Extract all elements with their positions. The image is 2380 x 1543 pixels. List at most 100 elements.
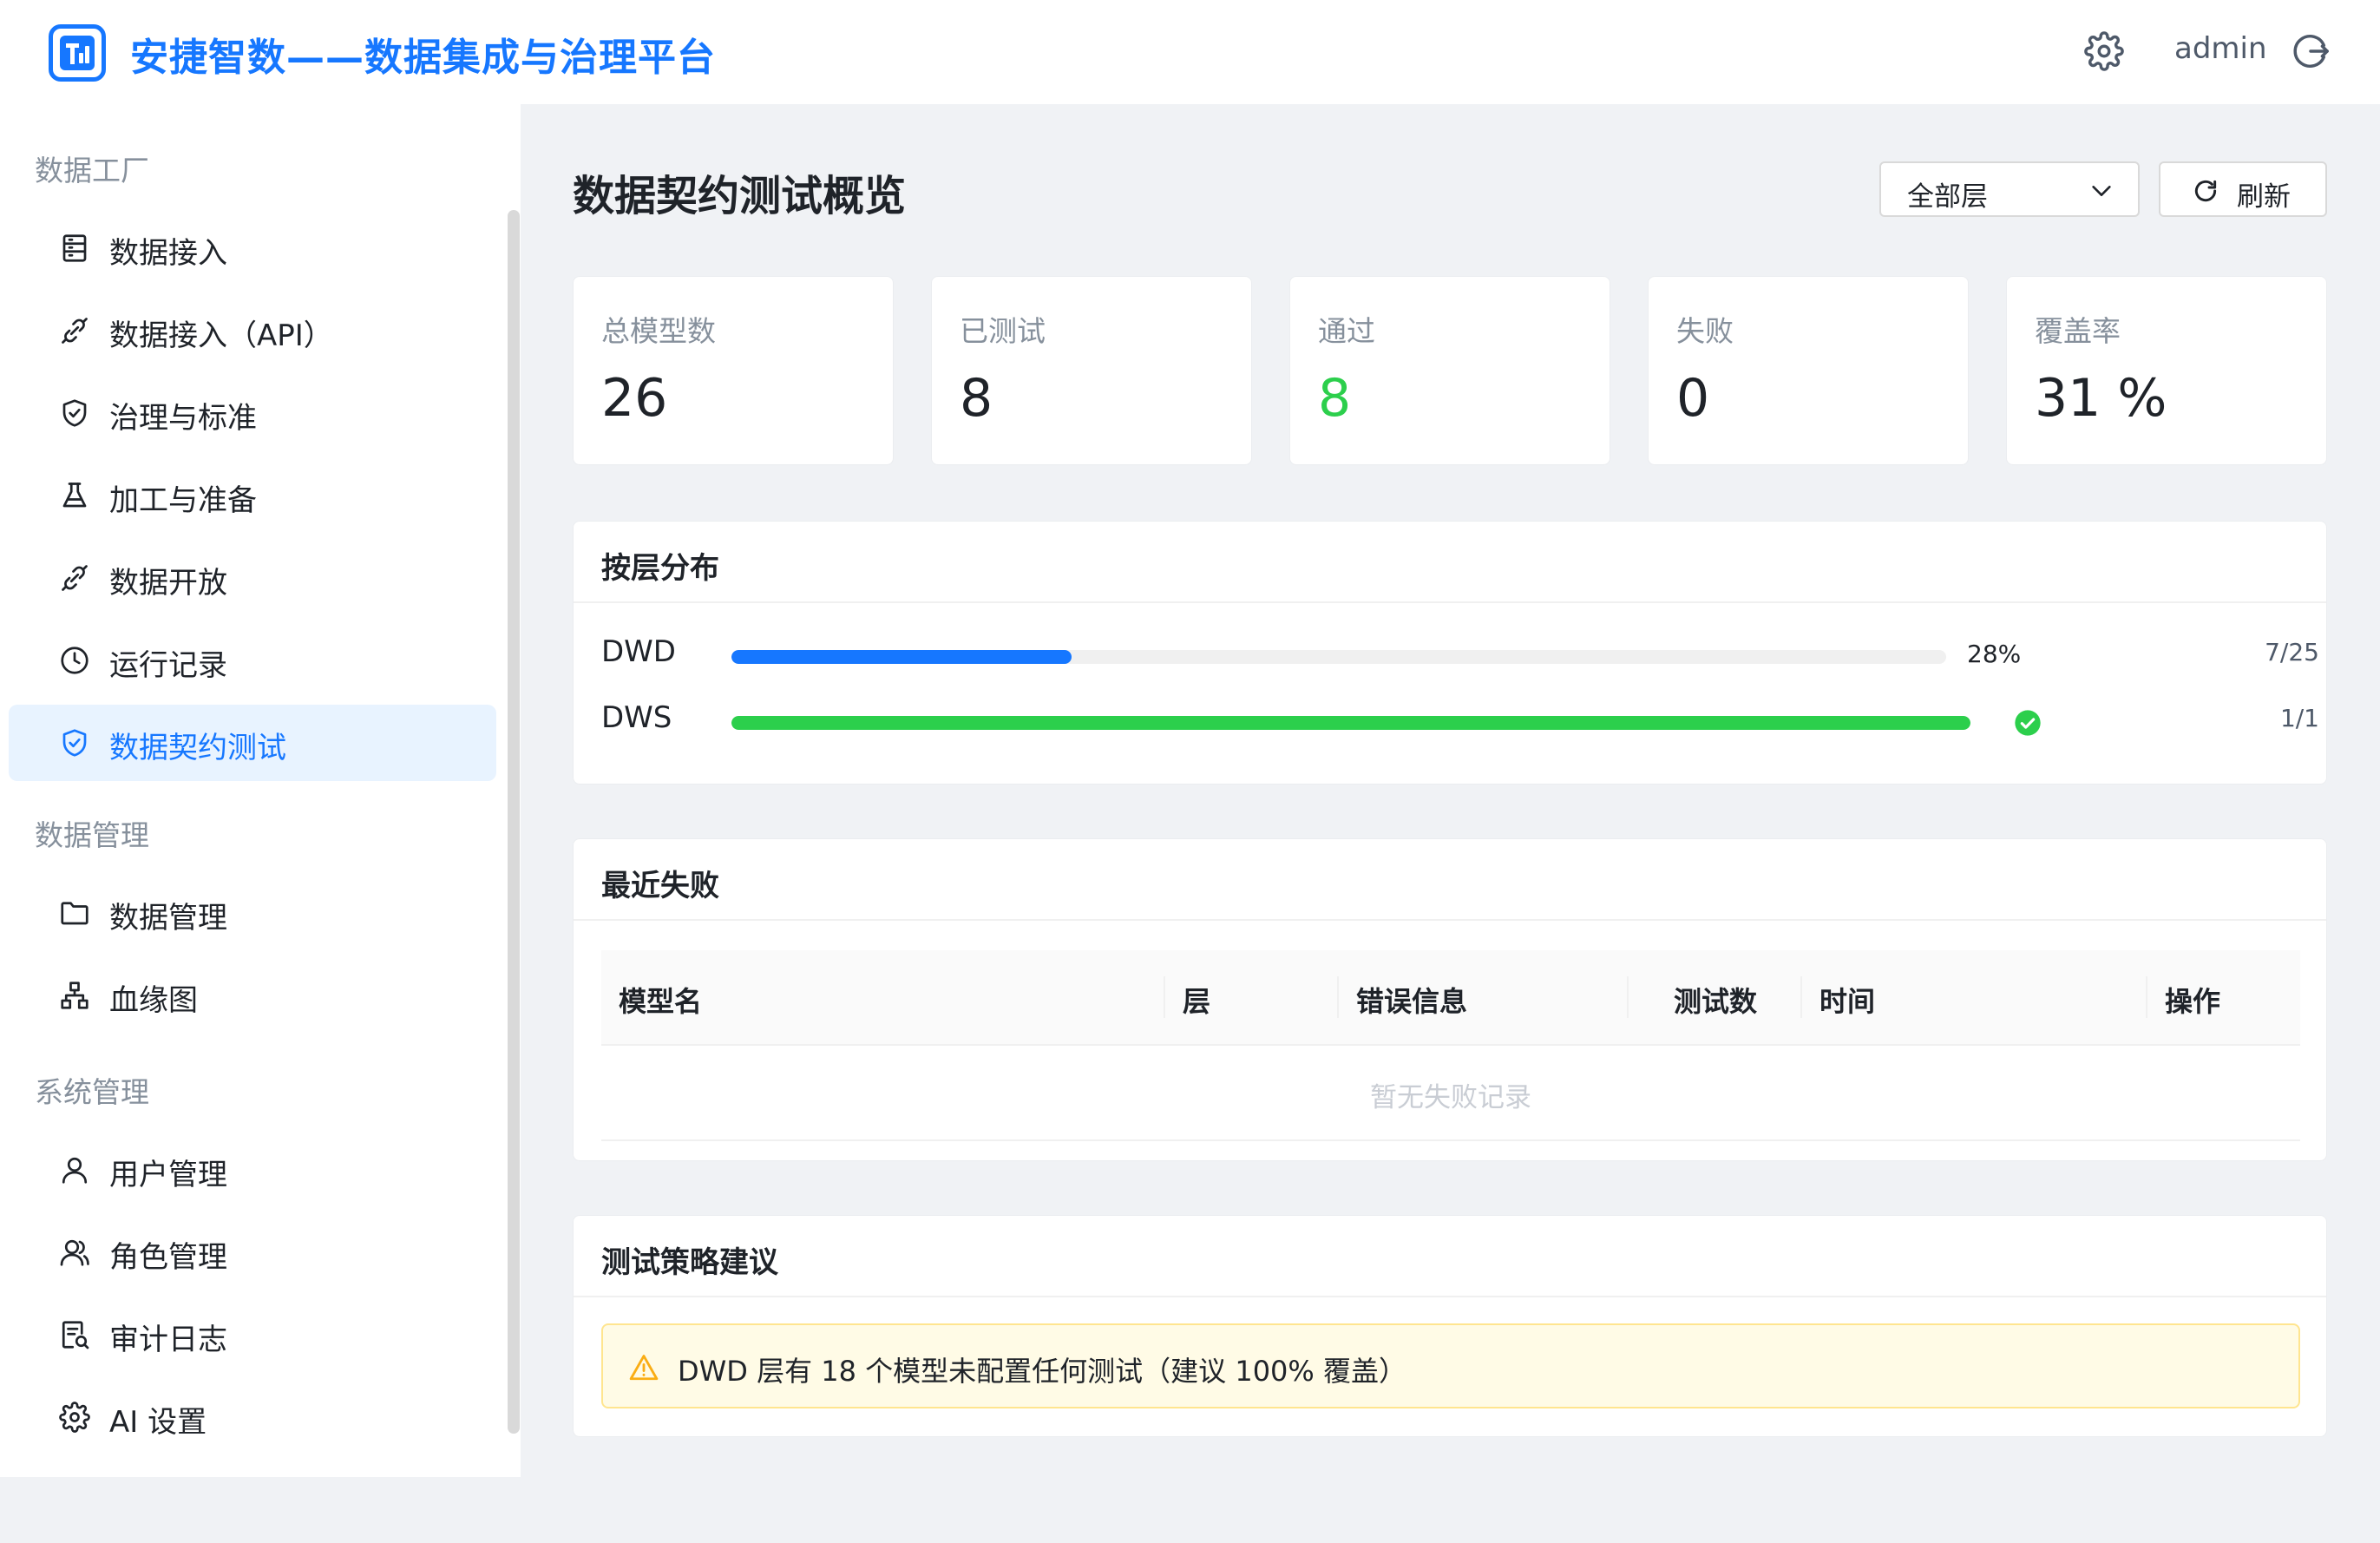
- stat-value: 0: [1676, 368, 1710, 429]
- strategy-card: 测试策略建议 DWD 层有 18 个模型未配置任何测试（建议 100% 覆盖）: [573, 1215, 2327, 1437]
- layer-name: DWD: [601, 634, 676, 669]
- stat-label: 通过: [1318, 314, 1375, 348]
- sidebar-item-label: 角色管理: [109, 1240, 227, 1275]
- link-icon: [62, 318, 88, 344]
- sidebar-group-data-factory: 数据工厂: [35, 154, 149, 187]
- sidebar-group-data-management: 数据管理: [35, 818, 149, 852]
- sidebar-item-ai-settings[interactable]: AI 设置: [9, 1379, 496, 1455]
- refresh-button[interactable]: 刷新: [2159, 161, 2327, 217]
- empty-text: 暂无失败记录: [1370, 1082, 1531, 1113]
- column-header-actions: 操作: [2165, 985, 2221, 1018]
- refresh-button-label: 刷新: [2237, 181, 2291, 213]
- stat-label: 已测试: [960, 314, 1046, 348]
- card-title: 测试策略建议: [601, 1245, 778, 1280]
- layer-name: DWS: [601, 700, 672, 735]
- sidebar-item-governance[interactable]: 治理与标准: [9, 375, 496, 451]
- sidebar-item-label: AI 设置: [109, 1405, 207, 1440]
- progress-fill: [731, 716, 1970, 730]
- gear-icon: [59, 1402, 90, 1433]
- sidebar-item-run-history[interactable]: 运行记录: [9, 622, 496, 699]
- stat-card-failed: 失败 0: [1648, 276, 1969, 465]
- sidebar-item-label: 数据开放: [109, 566, 227, 601]
- top-header: 安捷智数——数据集成与治理平台 admin: [0, 0, 2380, 104]
- refresh-icon: [2194, 180, 2217, 202]
- sidebar-item-label: 数据接入: [109, 236, 227, 271]
- column-header-test-count: 测试数: [1674, 985, 1758, 1018]
- column-header-time: 时间: [1819, 985, 1876, 1018]
- recent-failures-card: 最近失败 模型名 层 错误信息 测试数 时间 操作 暂无失败记录: [573, 838, 2327, 1161]
- app-title: 安捷智数——数据集成与治理平台: [130, 36, 716, 80]
- users-icon: [60, 1239, 89, 1266]
- flask-icon: [62, 483, 87, 508]
- table-header: 模型名 层 错误信息 测试数 时间 操作: [601, 950, 2300, 1046]
- warning-text: DWD 层有 18 个模型未配置任何测试（建议 100% 覆盖）: [678, 1355, 1406, 1388]
- layer-count: 7/25: [2265, 638, 2319, 666]
- stat-label: 总模型数: [601, 314, 716, 348]
- shield-icon: [62, 729, 87, 757]
- app-logo: [49, 24, 106, 82]
- sidebar-item-audit-log[interactable]: 审计日志: [9, 1297, 496, 1373]
- sidebar-item-contract-test[interactable]: 数据契约测试: [9, 705, 496, 781]
- layer-distribution-card: 按层分布 DWD 28% 7/25 DWS 1/1: [573, 521, 2327, 785]
- page-title: 数据契约测试概览: [573, 172, 907, 220]
- sidebar-item-roles[interactable]: 角色管理: [9, 1214, 496, 1290]
- layer-count: 1/1: [2279, 704, 2319, 732]
- table-empty-state: 暂无失败记录: [601, 1046, 2300, 1141]
- progress-percent: 28%: [1967, 640, 2022, 668]
- sidebar-item-label: 运行记录: [109, 648, 227, 683]
- sidebar-item-label: 血缘图: [109, 983, 198, 1018]
- database-icon: [62, 234, 87, 262]
- sidebar-item-label: 治理与标准: [109, 401, 257, 436]
- sidebar-item-label: 审计日志: [109, 1323, 227, 1357]
- gear-icon[interactable]: [2084, 31, 2124, 71]
- layer-select-value: 全部层: [1907, 181, 1988, 213]
- sidebar-item-label: 加工与准备: [109, 483, 257, 518]
- progress-track: [731, 716, 1970, 730]
- link-icon: [62, 565, 88, 591]
- sidebar-item-data-ingestion-api[interactable]: 数据接入（API）: [9, 292, 496, 369]
- folder-icon: [61, 902, 89, 925]
- stat-card-passed: 通过 8: [1289, 276, 1610, 465]
- logout-icon[interactable]: [2291, 31, 2331, 71]
- clock-icon: [61, 647, 89, 674]
- stat-value: 8: [960, 368, 993, 429]
- column-header-model: 模型名: [619, 985, 703, 1018]
- stat-value: 31 %: [2035, 368, 2167, 429]
- warning-icon: [629, 1355, 659, 1381]
- column-header-layer: 层: [1183, 985, 1211, 1018]
- progress-track: [731, 650, 1946, 664]
- sidebar-item-processing[interactable]: 加工与准备: [9, 457, 496, 534]
- stat-label: 覆盖率: [2035, 314, 2121, 348]
- sidebar-item-label: 用户管理: [109, 1158, 227, 1192]
- stat-card-total-models: 总模型数 26: [573, 276, 894, 465]
- sidebar-item-data-management[interactable]: 数据管理: [9, 875, 496, 951]
- username[interactable]: admin: [2174, 31, 2267, 66]
- stat-card-coverage: 覆盖率 31 %: [2006, 276, 2327, 465]
- sidebar-item-label: 数据契约测试: [109, 731, 286, 765]
- chevron-down-icon: [2092, 186, 2111, 196]
- lineage-icon: [61, 982, 89, 1009]
- card-title: 最近失败: [601, 869, 719, 903]
- stat-value: 26: [601, 368, 668, 429]
- shield-icon: [62, 399, 87, 427]
- sidebar-item-label: 数据管理: [109, 901, 227, 936]
- stat-label: 失败: [1676, 314, 1734, 348]
- check-circle-icon: [2015, 710, 2041, 736]
- user-icon: [62, 1157, 88, 1184]
- sidebar-item-data-open[interactable]: 数据开放: [9, 540, 496, 616]
- audit-icon: [62, 1321, 89, 1349]
- sidebar-scrollbar[interactable]: [508, 210, 520, 1434]
- card-title: 按层分布: [601, 551, 719, 586]
- stat-value: 8: [1318, 368, 1352, 429]
- sidebar-item-data-ingestion[interactable]: 数据接入: [9, 210, 496, 286]
- sidebar: 数据工厂 数据接入 数据接入（API） 治理与标准 加工与准备 数据开放 运行记…: [0, 104, 521, 1477]
- sidebar-item-lineage[interactable]: 血缘图: [9, 957, 496, 1034]
- sidebar-item-label: 数据接入（API）: [109, 318, 333, 353]
- sidebar-group-system: 系统管理: [35, 1075, 149, 1109]
- progress-fill: [731, 650, 1072, 664]
- stat-card-tested: 已测试 8: [931, 276, 1252, 465]
- layer-row-dwd: DWD 28% 7/25: [601, 634, 2319, 678]
- layer-select[interactable]: 全部层: [1879, 161, 2140, 217]
- sidebar-item-users[interactable]: 用户管理: [9, 1132, 496, 1208]
- layer-row-dws: DWS 1/1: [601, 700, 2319, 744]
